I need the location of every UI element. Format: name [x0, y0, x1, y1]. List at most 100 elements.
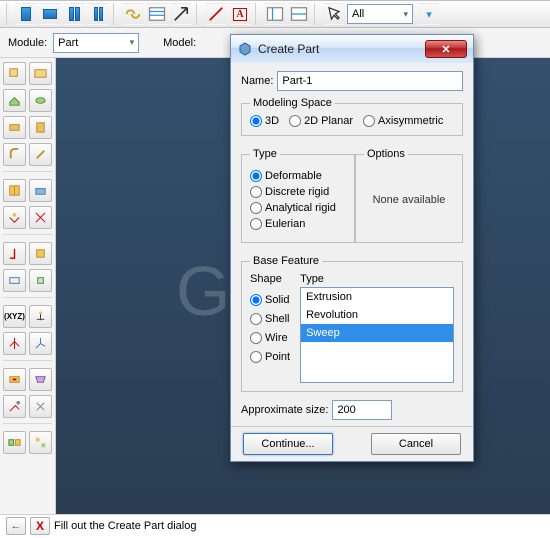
- tool-geometry-edit[interactable]: [3, 395, 26, 418]
- radio-eulerian[interactable]: Eulerian: [250, 218, 346, 230]
- radio-axisymmetric[interactable]: Axisymmetric: [363, 115, 443, 127]
- tool-datum-plane[interactable]: [3, 269, 26, 292]
- side-separator: [3, 297, 52, 300]
- tool-chamfer[interactable]: [29, 143, 52, 166]
- radio-discrete-rigid[interactable]: Discrete rigid: [250, 186, 346, 198]
- tool-partition-cell[interactable]: [3, 179, 26, 202]
- tool-stitch[interactable]: [29, 395, 52, 418]
- tool-datum-point[interactable]: [3, 242, 26, 265]
- radio-point[interactable]: Point: [250, 351, 290, 363]
- dialog-icon: [237, 41, 253, 57]
- view-icon-4[interactable]: [87, 3, 109, 25]
- tool-datum-csys[interactable]: [29, 269, 52, 292]
- table-icon-2[interactable]: [288, 3, 310, 25]
- model-label: Model:: [163, 37, 196, 49]
- tool-offset[interactable]: [29, 305, 52, 328]
- type-legend: Type: [250, 148, 280, 160]
- radio-deformable[interactable]: Deformable: [250, 170, 346, 182]
- annotation-a-icon[interactable]: A: [229, 3, 251, 25]
- chevron-down-icon: ▾: [403, 9, 408, 20]
- tool-repair[interactable]: [29, 368, 52, 391]
- close-icon: ✕: [441, 43, 450, 56]
- approx-size-input[interactable]: [332, 400, 392, 420]
- dialog-titlebar[interactable]: Create Part ✕: [231, 35, 473, 63]
- modeling-space-legend: Modeling Space: [250, 97, 335, 109]
- type-revolution[interactable]: Revolution: [301, 306, 453, 324]
- tool-sweep[interactable]: [3, 116, 26, 139]
- type-extrusion[interactable]: Extrusion: [301, 288, 453, 306]
- tool-axis[interactable]: [3, 332, 26, 355]
- base-type-label: Type: [300, 273, 454, 285]
- dialog-body: Name: Modeling Space 3D 2D Planar Axisym…: [231, 63, 473, 461]
- type-group: Type Deformable Discrete rigid Analytica…: [241, 148, 355, 243]
- top-toolbar: A All ▾ ▾: [0, 0, 550, 28]
- name-label: Name:: [241, 75, 273, 87]
- tool-part-manager[interactable]: [29, 62, 52, 85]
- side-separator: [3, 360, 52, 363]
- radio-2d-planar[interactable]: 2D Planar: [289, 115, 353, 127]
- grid-icon[interactable]: [146, 3, 168, 25]
- tool-loft[interactable]: [29, 116, 52, 139]
- name-input[interactable]: [277, 71, 463, 91]
- tool-split[interactable]: [29, 206, 52, 229]
- tool-mirror[interactable]: [3, 431, 26, 454]
- tool-extrude[interactable]: [3, 89, 26, 112]
- side-toolbar: (XYZ): [0, 58, 56, 514]
- toolbar-separator: [196, 3, 201, 25]
- tool-round[interactable]: [3, 143, 26, 166]
- approx-size-label: Approximate size:: [241, 404, 328, 416]
- radio-shell[interactable]: Shell: [250, 313, 290, 325]
- toolbar-separator: [113, 3, 118, 25]
- toolbar-separator: [314, 3, 319, 25]
- radio-analytical-rigid[interactable]: Analytical rigid: [250, 202, 346, 214]
- tool-datum-axis[interactable]: [29, 242, 52, 265]
- base-type-list[interactable]: Extrusion Revolution Sweep: [300, 287, 454, 383]
- module-combo-value: Part: [58, 37, 78, 49]
- tool-partition-edge[interactable]: [3, 206, 26, 229]
- link-icon[interactable]: [122, 3, 144, 25]
- tool-csys[interactable]: [29, 332, 52, 355]
- radio-wire[interactable]: Wire: [250, 332, 290, 344]
- dropdown-extra-icon[interactable]: ▾: [418, 3, 440, 25]
- module-combo[interactable]: Part ▾: [53, 33, 139, 53]
- pencil-icon[interactable]: [205, 3, 227, 25]
- filter-combo[interactable]: All ▾: [347, 4, 413, 24]
- tool-create-part[interactable]: [3, 62, 26, 85]
- status-cancel-button[interactable]: X: [30, 517, 50, 535]
- radio-3d[interactable]: 3D: [250, 115, 279, 127]
- dialog-separator: [231, 426, 473, 427]
- tool-xyz[interactable]: (XYZ): [3, 305, 26, 328]
- options-legend: Options: [364, 148, 408, 160]
- tool-revolve[interactable]: [29, 89, 52, 112]
- module-label: Module:: [8, 37, 47, 49]
- options-group: Options None available: [355, 148, 463, 243]
- tool-remove-face[interactable]: [3, 368, 26, 391]
- cancel-button[interactable]: Cancel: [371, 433, 461, 455]
- type-sweep[interactable]: Sweep: [301, 324, 453, 342]
- side-separator: [3, 423, 52, 426]
- base-feature-group: Base Feature Shape Solid Shell Wire Poin…: [241, 255, 463, 392]
- create-part-dialog: Create Part ✕ Name: Modeling Space 3D 2D…: [230, 34, 474, 462]
- table-icon-1[interactable]: [264, 3, 286, 25]
- cursor-icon[interactable]: [323, 3, 345, 25]
- shape-label: Shape: [250, 273, 290, 285]
- status-back-button[interactable]: ←: [6, 517, 26, 535]
- tool-pattern[interactable]: [29, 431, 52, 454]
- side-separator: [3, 234, 52, 237]
- status-text: Fill out the Create Part dialog: [54, 520, 196, 532]
- view-icon-2[interactable]: [39, 3, 61, 25]
- radio-solid[interactable]: Solid: [250, 294, 290, 306]
- base-feature-legend: Base Feature: [250, 255, 322, 267]
- toolbar-separator: [6, 3, 11, 25]
- close-button[interactable]: ✕: [425, 40, 467, 58]
- continue-button[interactable]: Continue...: [243, 433, 333, 455]
- view-icon-3[interactable]: [63, 3, 85, 25]
- filter-combo-value: All: [352, 8, 364, 20]
- view-icon-1[interactable]: [15, 3, 37, 25]
- options-text: None available: [373, 194, 446, 206]
- dialog-title: Create Part: [258, 42, 319, 56]
- arrow-icon[interactable]: [170, 3, 192, 25]
- tool-partition-face[interactable]: [29, 179, 52, 202]
- side-separator: [3, 171, 52, 174]
- modeling-space-group: Modeling Space 3D 2D Planar Axisymmetric: [241, 97, 463, 136]
